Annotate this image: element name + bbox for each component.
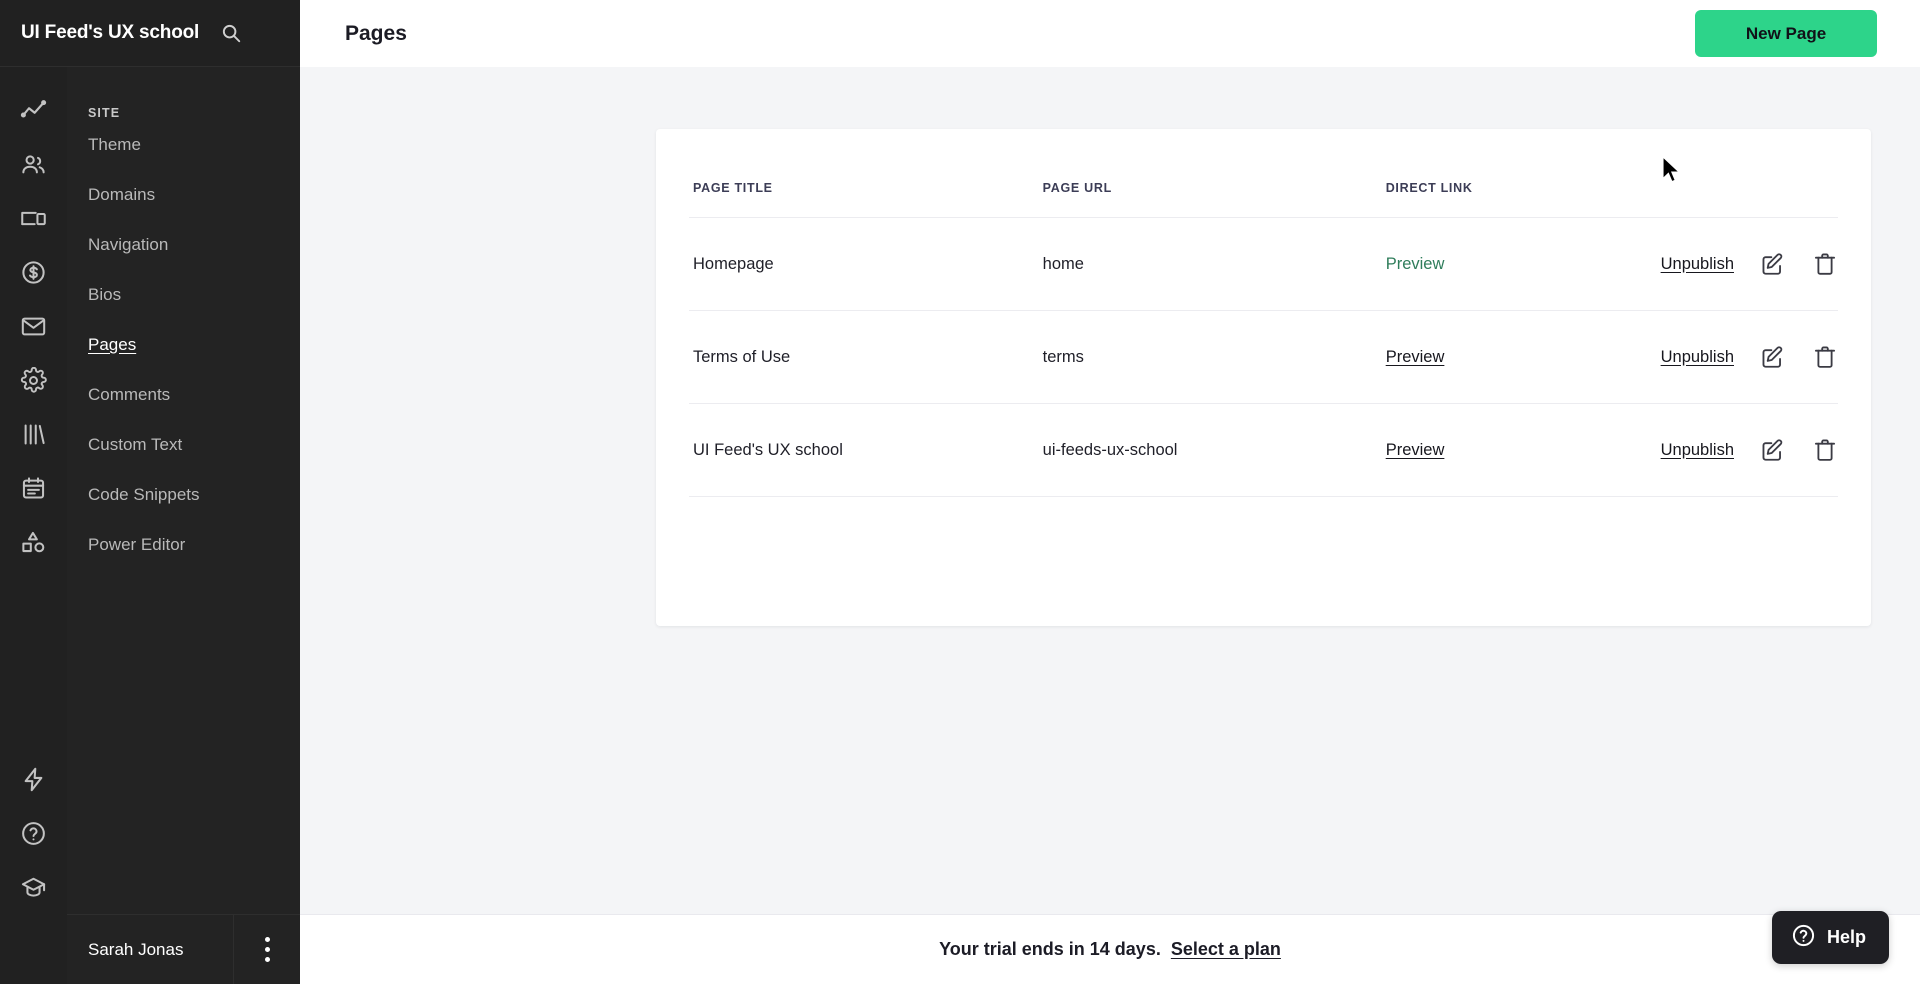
main-content: Pages New Page PAGE TITLE PAGE URL DIREC…	[300, 0, 1920, 984]
kebab-menu-icon[interactable]	[233, 914, 300, 984]
cell-page-title: Homepage	[689, 217, 1043, 311]
column-header-actions	[1660, 129, 1838, 218]
cell-direct-link: Preview	[1385, 217, 1661, 311]
new-page-button[interactable]: New Page	[1695, 10, 1877, 57]
sidebar-item-domains[interactable]: Domains	[67, 170, 300, 220]
app-root: UI Feed's UX school SITE Theme Domains N…	[0, 0, 1920, 984]
row-actions: Unpublish	[1661, 437, 1838, 463]
column-header-page-url: PAGE URL	[1042, 129, 1386, 218]
row-actions: Unpublish	[1661, 251, 1838, 277]
sidebar-item-bios[interactable]: Bios	[67, 270, 300, 320]
pages-table-head: PAGE TITLE PAGE URL DIRECT LINK	[689, 129, 1838, 218]
trial-banner-text: Your trial ends in 14 days.	[939, 939, 1161, 959]
sidebar-item-label: Code Snippets	[88, 484, 200, 504]
table-header-row: PAGE TITLE PAGE URL DIRECT LINK	[689, 129, 1838, 218]
sidebar-item-label: Custom Text	[88, 434, 183, 454]
unpublish-link[interactable]: Unpublish	[1661, 255, 1734, 274]
column-header-direct-link: DIRECT LINK	[1385, 129, 1661, 218]
edit-icon[interactable]	[1760, 251, 1786, 277]
pages-card: PAGE TITLE PAGE URL DIRECT LINK Homepage…	[656, 129, 1871, 626]
shapes-icon[interactable]	[0, 515, 67, 569]
help-circle-icon[interactable]	[0, 806, 67, 860]
sidebar-item-label: Power Editor	[88, 534, 186, 554]
revenue-icon[interactable]	[0, 245, 67, 299]
sidebar-menu: SITE Theme Domains Navigation Bios Pages…	[67, 0, 300, 570]
icon-rail	[0, 0, 67, 984]
cell-page-title: Terms of Use	[689, 310, 1043, 404]
pages-table: PAGE TITLE PAGE URL DIRECT LINK Homepage…	[689, 129, 1838, 497]
kebab-dot	[264, 957, 270, 962]
analytics-icon[interactable]	[0, 83, 67, 137]
cell-direct-link: Preview	[1385, 310, 1661, 404]
edit-icon[interactable]	[1760, 437, 1786, 463]
cell-direct-link: Preview	[1385, 403, 1661, 497]
sidebar-user-bar: Sarah Jonas	[67, 914, 300, 984]
kebab-dot	[264, 937, 270, 942]
lightning-icon[interactable]	[0, 752, 67, 806]
sidebar-item-custom-text[interactable]: Custom Text	[67, 420, 300, 470]
help-circle-icon	[1791, 923, 1816, 953]
audience-icon[interactable]	[0, 137, 67, 191]
table-row: Terms of Use terms Preview Unpublish	[689, 310, 1838, 404]
rail-icon-list	[0, 67, 67, 569]
preview-link[interactable]: Preview	[1386, 348, 1445, 366]
page-title: Pages	[345, 21, 407, 45]
sidebar-section-label: SITE	[88, 106, 121, 120]
sidebar-item-power-editor[interactable]: Power Editor	[67, 520, 300, 570]
preview-link[interactable]: Preview	[1386, 255, 1445, 273]
sidebar-item-pages[interactable]: Pages	[67, 320, 300, 370]
unpublish-link[interactable]: Unpublish	[1661, 441, 1734, 460]
sidebar-item-label: Pages	[88, 334, 137, 354]
pages-table-body: Homepage home Preview Unpublish Terms of…	[689, 217, 1838, 497]
devices-icon[interactable]	[0, 191, 67, 245]
edit-icon[interactable]	[1760, 344, 1786, 370]
sidebar-item-label: Theme	[88, 134, 141, 154]
trash-icon[interactable]	[1812, 437, 1838, 463]
trash-icon[interactable]	[1812, 251, 1838, 277]
cell-row-actions: Unpublish	[1660, 403, 1838, 497]
graduation-cap-icon[interactable]	[0, 860, 67, 914]
sidebar-item-comments[interactable]: Comments	[67, 370, 300, 420]
settings-gear-icon[interactable]	[0, 353, 67, 407]
sidebar-header: UI Feed's UX school	[0, 0, 300, 67]
sidebar-item-code-snippets[interactable]: Code Snippets	[67, 470, 300, 520]
cell-page-title: UI Feed's UX school	[689, 403, 1043, 497]
unpublish-link[interactable]: Unpublish	[1661, 348, 1734, 367]
table-row: UI Feed's UX school ui-feeds-ux-school P…	[689, 403, 1838, 497]
column-header-page-title: PAGE TITLE	[689, 129, 1043, 218]
help-button[interactable]: Help	[1771, 911, 1889, 964]
help-button-label: Help	[1826, 927, 1866, 947]
sidebar-item-label: Navigation	[88, 234, 169, 254]
cell-page-url: ui-feeds-ux-school	[1042, 403, 1386, 497]
brand-title: UI Feed's UX school	[21, 22, 200, 43]
email-icon[interactable]	[0, 299, 67, 353]
kebab-dot	[264, 947, 270, 952]
search-icon[interactable]	[216, 18, 246, 48]
sidebar-item-label: Bios	[88, 284, 122, 304]
schedule-icon[interactable]	[0, 461, 67, 515]
rail-bottom-icon-list	[0, 752, 67, 914]
trial-banner: Your trial ends in 14 days. Select a pla…	[300, 914, 1920, 984]
preview-link[interactable]: Preview	[1386, 441, 1445, 459]
cell-row-actions: Unpublish	[1660, 310, 1838, 404]
row-actions: Unpublish	[1661, 344, 1838, 370]
trash-icon[interactable]	[1812, 344, 1838, 370]
sidebar-item-label: Domains	[88, 184, 156, 204]
cell-page-url: home	[1042, 217, 1386, 311]
select-a-plan-link[interactable]: Select a plan	[1171, 939, 1281, 960]
sidebar-item-theme[interactable]: Theme	[67, 120, 300, 170]
rail-user-spacer	[0, 914, 67, 984]
sidebar-item-navigation[interactable]: Navigation	[67, 220, 300, 270]
cell-row-actions: Unpublish	[1660, 217, 1838, 311]
kebab-dots	[264, 935, 270, 965]
sidebar: UI Feed's UX school SITE Theme Domains N…	[0, 0, 300, 984]
content-area: PAGE TITLE PAGE URL DIRECT LINK Homepage…	[300, 67, 1920, 626]
table-row: Homepage home Preview Unpublish	[689, 217, 1838, 311]
sidebar-item-label: Comments	[88, 384, 171, 404]
top-bar: Pages New Page	[300, 0, 1920, 67]
user-name: Sarah Jonas	[88, 939, 184, 959]
cell-page-url: terms	[1042, 310, 1386, 404]
library-icon[interactable]	[0, 407, 67, 461]
